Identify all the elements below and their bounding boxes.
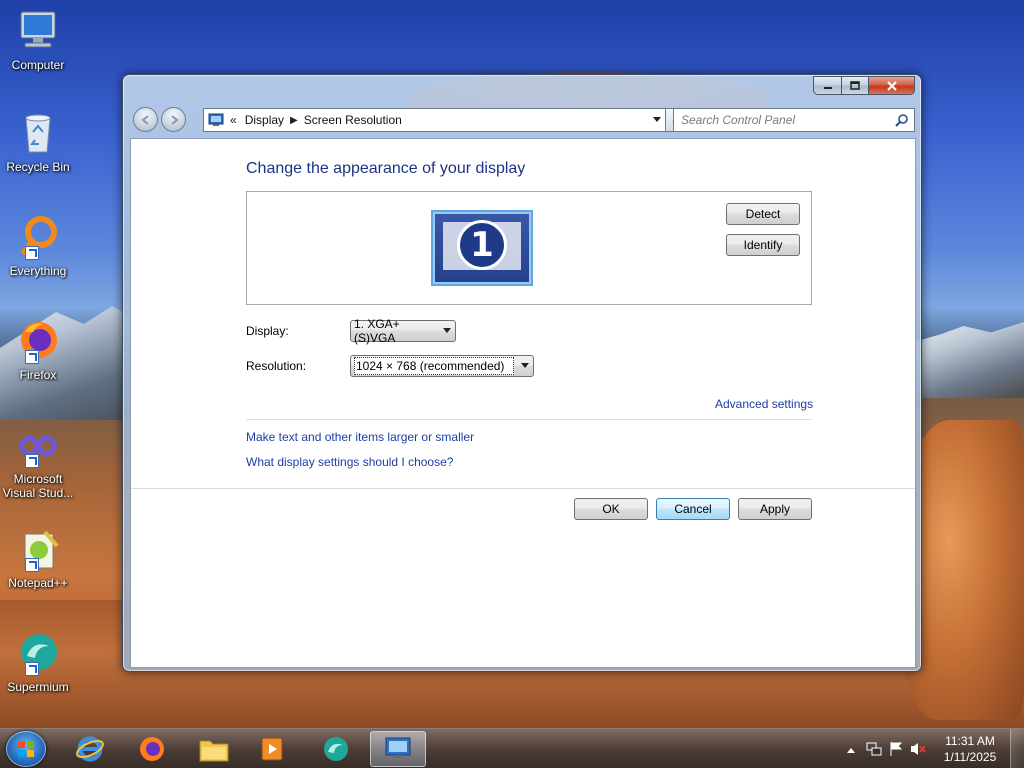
desktop-icon-label: Firefox	[19, 368, 57, 382]
supermium-icon	[15, 630, 61, 676]
screen-resolution-window: « Display ▶ Screen Resolution Search Con…	[122, 74, 922, 672]
clock-time: 11:31 AM	[945, 734, 995, 748]
wallpaper-mountains-right	[914, 322, 1024, 398]
chevron-down-icon	[517, 363, 533, 369]
taskbar-media-player[interactable]	[244, 731, 300, 767]
breadcrumb-item-screen-resolution[interactable]: Screen Resolution	[304, 113, 402, 127]
forward-arrow-icon	[170, 114, 179, 125]
display-label: Display:	[246, 324, 289, 338]
taskbar-internet-explorer[interactable]	[62, 731, 118, 767]
taskbar-firefox[interactable]	[124, 731, 180, 767]
desktop-icon-label: Everything	[9, 264, 67, 278]
search-placeholder: Search Control Panel	[681, 113, 796, 127]
desktop-icon-supermium[interactable]: Supermium	[2, 630, 74, 694]
action-center-flag-icon[interactable]	[888, 741, 904, 760]
display-settings-icon	[385, 737, 411, 758]
advanced-settings-link[interactable]: Advanced settings	[715, 397, 813, 411]
windows-logo-icon	[18, 741, 34, 757]
shortcut-arrow-icon	[25, 246, 39, 260]
breadcrumb-overflow[interactable]: «	[230, 113, 237, 127]
monitor-1-preview[interactable]: 1	[431, 210, 533, 286]
desktop-icon-notepad-plus-plus[interactable]: Notepad++	[2, 526, 74, 590]
cancel-button[interactable]: Cancel	[656, 498, 730, 520]
chevron-up-icon	[847, 748, 855, 753]
close-button[interactable]	[868, 76, 915, 95]
identify-button[interactable]: Identify	[726, 234, 800, 256]
internet-explorer-icon	[76, 736, 104, 762]
firefox-icon	[15, 318, 61, 364]
search-icon[interactable]	[895, 113, 909, 127]
network-icon[interactable]	[866, 741, 882, 760]
maximize-icon	[850, 80, 860, 90]
breadcrumb-item-display[interactable]: Display	[245, 113, 284, 127]
resolution-select[interactable]: 1024 × 768 (recommended)	[350, 355, 534, 377]
control-panel-icon	[208, 113, 224, 126]
chevron-down-icon	[439, 328, 455, 334]
notepad-plus-plus-icon	[15, 526, 61, 572]
supermium-icon	[324, 737, 348, 761]
address-dropdown-button[interactable]	[648, 109, 666, 131]
firefox-icon	[140, 737, 164, 761]
minimize-button[interactable]	[813, 76, 841, 95]
show-hidden-icons-button[interactable]	[846, 743, 856, 757]
caption-buttons	[813, 76, 915, 95]
system-tray: 11:31 AM 1/11/2025	[824, 729, 1024, 768]
taskbar-display-settings[interactable]	[370, 731, 426, 767]
shortcut-arrow-icon	[25, 454, 39, 468]
file-explorer-icon	[199, 740, 229, 762]
desktop-icon-label: Recycle Bin	[6, 160, 70, 174]
taskbar-supermium[interactable]	[308, 731, 364, 767]
button-area-divider	[131, 488, 915, 489]
breadcrumb-separator-icon[interactable]: ▶	[290, 115, 298, 126]
desktop-icon-computer[interactable]: Computer	[2, 8, 74, 72]
shortcut-arrow-icon	[25, 350, 39, 364]
address-bar[interactable]: « Display ▶ Screen Resolution	[203, 108, 667, 132]
show-desktop-button[interactable]	[1010, 729, 1024, 768]
display-help-link[interactable]: What display settings should I choose?	[246, 455, 453, 469]
close-icon	[886, 80, 897, 91]
desktop-icon-recycle-bin[interactable]: Recycle Bin	[2, 110, 74, 174]
page-title: Change the appearance of your display	[246, 160, 526, 177]
display-select-value: 1. XGA+(S)VGA	[354, 317, 400, 345]
resolution-label: Resolution:	[246, 359, 307, 373]
maximize-button[interactable]	[841, 76, 868, 95]
divider	[246, 419, 812, 420]
clock-date: 1/11/2025	[943, 750, 997, 764]
shortcut-arrow-icon	[25, 558, 39, 572]
minimize-icon	[823, 86, 832, 89]
back-arrow-icon	[140, 114, 149, 125]
desktop-icon-visual-studio[interactable]: Microsoft Visual Stud...	[2, 422, 74, 500]
everything-search-icon	[15, 214, 61, 260]
volume-muted-icon[interactable]	[910, 741, 926, 760]
ok-button[interactable]: OK	[574, 498, 648, 520]
back-button[interactable]	[133, 107, 158, 132]
clock[interactable]: 11:31 AM 1/11/2025	[942, 733, 998, 765]
resolution-select-value: 1024 × 768 (recommended)	[354, 357, 514, 375]
desktop-icon-label: Microsoft Visual Stud...	[2, 472, 74, 500]
computer-icon	[15, 8, 61, 54]
taskbar-file-explorer[interactable]	[186, 731, 242, 767]
chevron-down-icon	[653, 117, 661, 122]
shortcut-arrow-icon	[25, 662, 39, 676]
desktop-icon-label: Computer	[11, 58, 65, 72]
desktop-icon-label: Notepad++	[8, 576, 68, 590]
content-pane: Change the appearance of your display 1 …	[130, 138, 916, 668]
desktop-icon-label: Supermium	[7, 680, 69, 694]
taskbar: 11:31 AM 1/11/2025	[0, 728, 1024, 768]
display-preview-box: 1 Detect Identify	[246, 191, 812, 305]
navigation-bar: « Display ▶ Screen Resolution Search Con…	[131, 106, 915, 132]
desktop-icon-everything[interactable]: Everything	[2, 214, 74, 278]
visual-studio-icon	[15, 422, 61, 468]
media-player-icon	[261, 737, 283, 761]
text-size-link[interactable]: Make text and other items larger or smal…	[246, 430, 474, 444]
detect-button[interactable]: Detect	[726, 203, 800, 225]
forward-button[interactable]	[161, 107, 186, 132]
search-box[interactable]: Search Control Panel	[673, 108, 915, 132]
apply-button[interactable]: Apply	[738, 498, 812, 520]
recycle-bin-icon	[15, 110, 61, 156]
monitor-number-badge: 1	[457, 220, 507, 270]
display-select[interactable]: 1. XGA+(S)VGA	[350, 317, 456, 345]
start-button[interactable]	[6, 731, 46, 767]
desktop-icon-firefox[interactable]: Firefox	[2, 318, 74, 382]
